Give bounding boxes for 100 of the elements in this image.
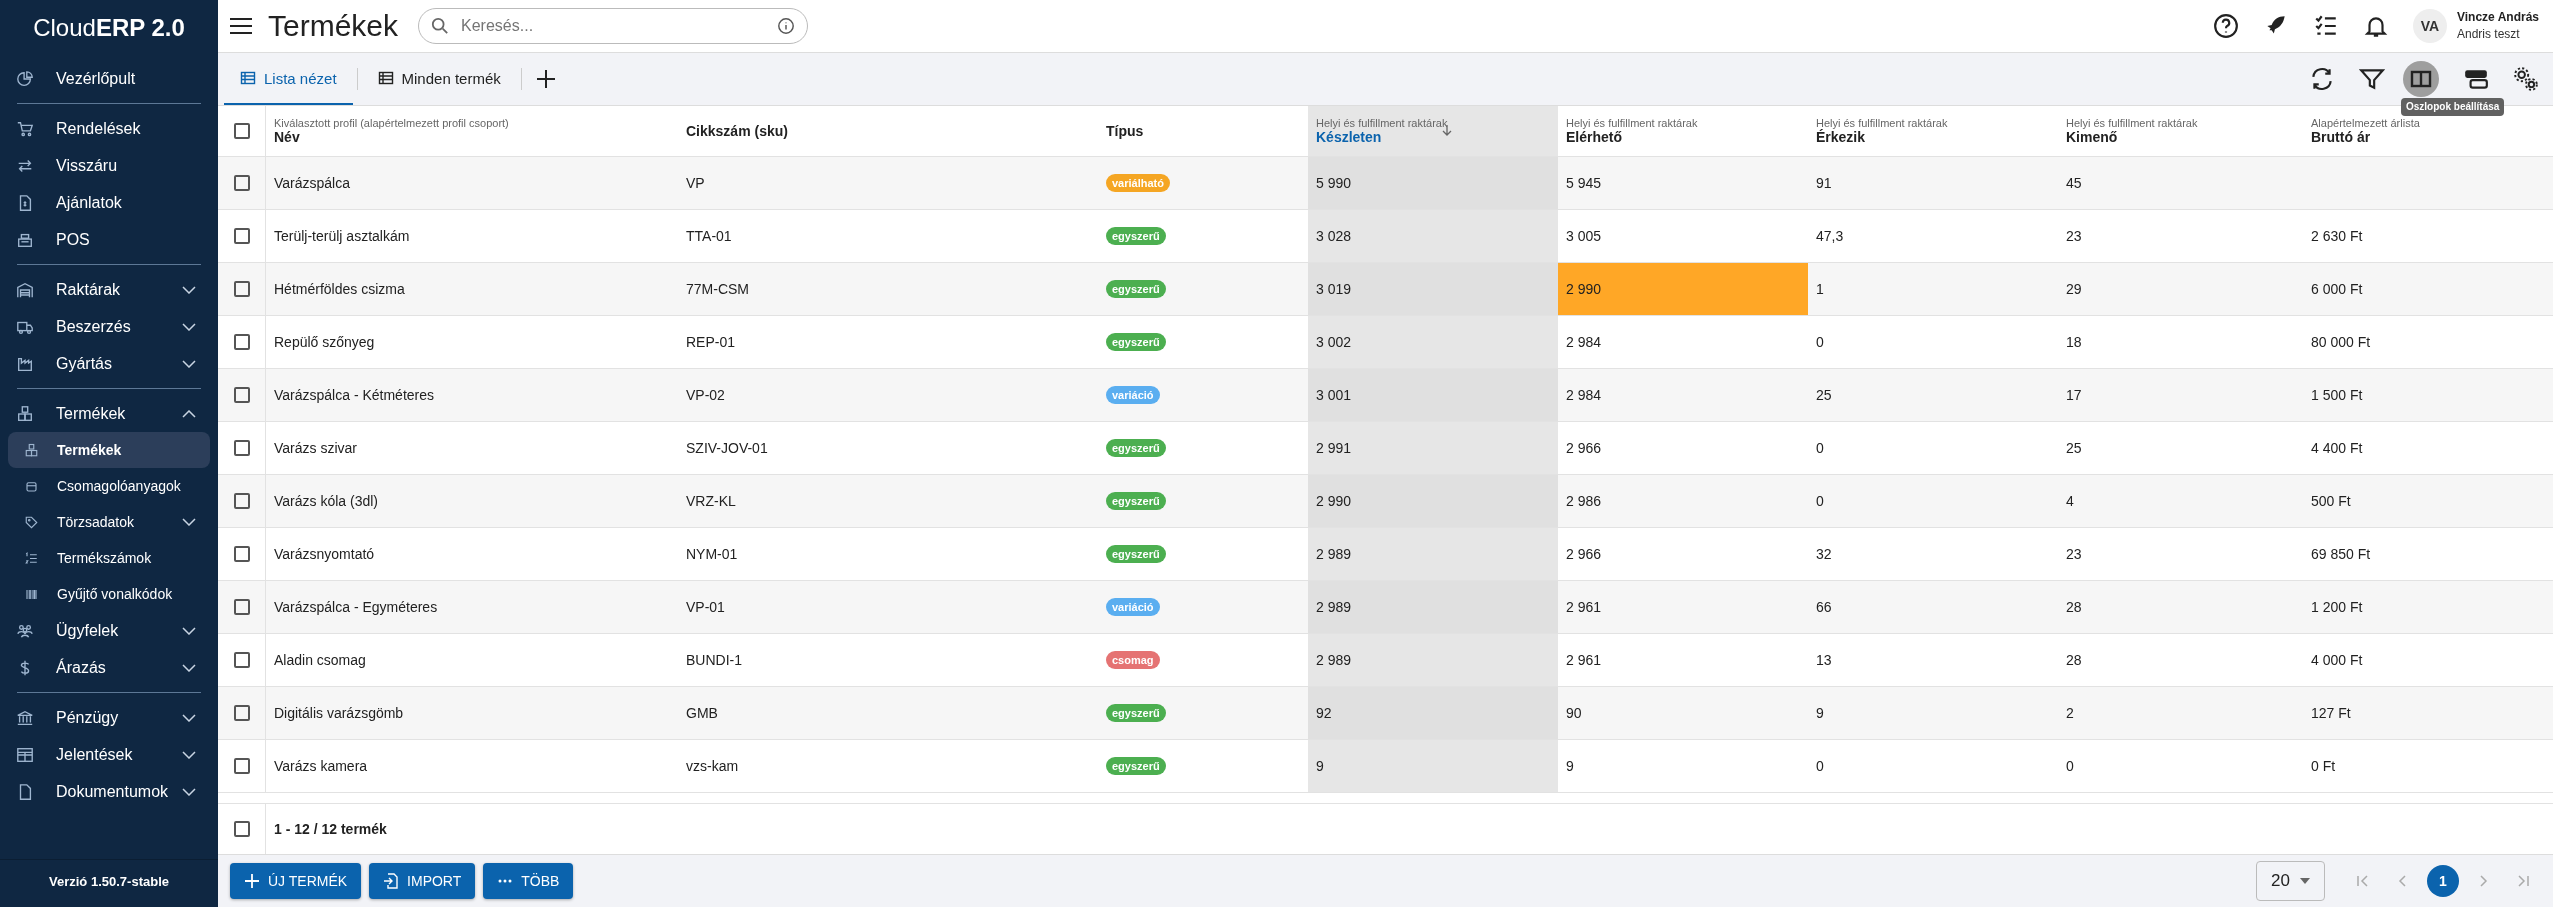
- table-cell: 0: [2066, 758, 2074, 774]
- table-cell: 32: [1816, 546, 1832, 562]
- table-cell-text: 90: [1565, 704, 1583, 723]
- action-button[interactable]: TÖBB: [483, 863, 574, 899]
- action-button[interactable]: ÚJ TERMÉK: [230, 863, 362, 899]
- table-cell: 91: [1816, 175, 1832, 191]
- table-cell: 2 630 Ft: [2311, 228, 2363, 244]
- menu-icon[interactable]: [230, 17, 252, 35]
- info-icon[interactable]: [777, 17, 796, 35]
- table-cell: 6 000 Ft: [2311, 281, 2363, 297]
- column-header[interactable]: Készleten: [1316, 129, 1382, 145]
- page-button[interactable]: 1: [2427, 865, 2459, 897]
- table-cell: 29: [2066, 281, 2082, 297]
- table-cell: VP-01: [686, 599, 725, 615]
- table-cell: 0: [1816, 758, 1824, 774]
- type-badge: egyszerű: [1106, 439, 1166, 457]
- checkbox[interactable]: [233, 652, 250, 668]
- type-badge: egyszerű: [1106, 757, 1166, 775]
- page-size-select[interactable]: 20: [2256, 861, 2325, 901]
- sidebar-item[interactable]: Dokumentumok: [8, 773, 210, 810]
- sidebar-item[interactable]: Vezérlőpult: [8, 60, 210, 97]
- column-header[interactable]: Bruttó ár: [2311, 129, 2371, 145]
- table-cell: 9: [1816, 705, 1824, 721]
- sidebar-subitem[interactable]: Termékszámok: [8, 540, 210, 576]
- checkbox[interactable]: [233, 546, 250, 562]
- type-badge: egyszerű: [1106, 333, 1166, 351]
- checkbox[interactable]: [233, 281, 250, 297]
- boxes-icon: [16, 404, 34, 423]
- help-icon[interactable]: [2212, 13, 2239, 39]
- sidebar-item[interactable]: Jelentések: [8, 736, 210, 773]
- checkbox[interactable]: [233, 334, 250, 350]
- table-cell: Varázspálca - Kétméteres: [274, 387, 435, 403]
- table-cell: VP: [686, 175, 705, 191]
- table-icon: [377, 70, 394, 86]
- column-header[interactable]: Elérhető: [1566, 129, 1622, 145]
- sidebar-item[interactable]: Beszerzés: [8, 308, 210, 345]
- table-cell: vzs-kam: [686, 758, 739, 774]
- column-header[interactable]: Kimenő: [2066, 129, 2118, 145]
- checkbox[interactable]: [233, 705, 250, 721]
- refresh-icon[interactable]: [2309, 66, 2335, 92]
- table-cell: 25: [1816, 387, 1832, 403]
- column-group-label: Helyi és fulfillment raktárak: [2066, 117, 2198, 129]
- table-cell: 4 400 Ft: [2311, 440, 2363, 456]
- add-icon[interactable]: [535, 69, 556, 89]
- action-button[interactable]: IMPORT: [369, 863, 476, 899]
- table-cell-text: 2 984: [1565, 386, 1603, 405]
- sidebar-item[interactable]: Árazás: [8, 649, 210, 686]
- sidebar-subitem[interactable]: Csomagolóanyagok: [8, 468, 210, 504]
- sidebar-item[interactable]: POS: [8, 221, 210, 258]
- table-cell-text: 2 961: [1565, 598, 1603, 617]
- tab[interactable]: Minden termék: [361, 53, 517, 105]
- sidebar-item[interactable]: Visszáru: [8, 147, 210, 184]
- sidebar-subitem[interactable]: Gyűjtő vonalkódok: [8, 576, 210, 612]
- checkbox[interactable]: [233, 599, 250, 615]
- table-cell: 92: [1316, 705, 1332, 721]
- checkbox[interactable]: [233, 387, 250, 403]
- table-cell-text: 2 986: [1565, 492, 1603, 511]
- sidebar-item[interactable]: Raktárak: [8, 271, 210, 308]
- table-cell: 28: [2066, 652, 2082, 668]
- checkbox[interactable]: [233, 440, 250, 456]
- checkbox[interactable]: [233, 758, 250, 774]
- settings-icon[interactable]: [2513, 66, 2539, 92]
- column-header[interactable]: Típus: [1106, 123, 1144, 139]
- sidebar-item[interactable]: Ügyfelek: [8, 612, 210, 649]
- column-header[interactable]: Érkezik: [1816, 129, 1866, 145]
- sidebar-item[interactable]: Gyártás: [8, 345, 210, 382]
- table-cell: Varázspálca: [274, 175, 350, 191]
- type-badge: egyszerű: [1106, 280, 1166, 298]
- table-cell: BUNDI-1: [686, 652, 742, 668]
- avatar[interactable]: VA: [2412, 9, 2447, 43]
- table-cell: 2: [2066, 705, 2074, 721]
- checkbox[interactable]: [233, 123, 250, 139]
- table-cell: 77M-CSM: [686, 281, 749, 297]
- sidebar-item[interactable]: Pénzügy: [8, 699, 210, 736]
- table-cell: 28: [2066, 599, 2082, 615]
- table-cell: 45: [2066, 175, 2082, 191]
- checkbox[interactable]: [233, 175, 250, 191]
- table-cell: 127 Ft: [2311, 705, 2351, 721]
- type-badge: egyszerű: [1106, 545, 1166, 563]
- sidebar-item[interactable]: Ajánlatok: [8, 184, 210, 221]
- table-cell: Varázsnyomtató: [274, 546, 375, 562]
- type-badge: variálható: [1106, 174, 1170, 192]
- column-header[interactable]: Cikkszám (sku): [686, 123, 788, 139]
- sidebar-item[interactable]: Rendelések: [8, 110, 210, 147]
- tooltip: Oszlopok beállítása: [2401, 98, 2505, 116]
- sidebar-subitem[interactable]: Törzsadatok: [8, 504, 210, 540]
- checkbox[interactable]: [233, 493, 250, 509]
- checkbox[interactable]: [233, 821, 250, 837]
- column-group-label: Kiválasztott profil (alapértelmezett profil csoport): [274, 117, 509, 129]
- table-cell: Varázs kamera: [274, 758, 368, 774]
- table-cell: 0: [1816, 493, 1824, 509]
- checkbox[interactable]: [233, 228, 250, 244]
- column-header[interactable]: Név: [274, 129, 300, 145]
- filter-icon[interactable]: [2359, 66, 2385, 92]
- sidebar-subitem[interactable]: Termékek: [8, 432, 210, 468]
- table-cell: 17: [2066, 387, 2082, 403]
- table-cell: 1 500 Ft: [2311, 387, 2363, 403]
- table-cell: 80 000 Ft: [2311, 334, 2371, 350]
- sidebar-item[interactable]: Termékek: [8, 395, 210, 432]
- columns-icon[interactable]: [2403, 61, 2439, 97]
